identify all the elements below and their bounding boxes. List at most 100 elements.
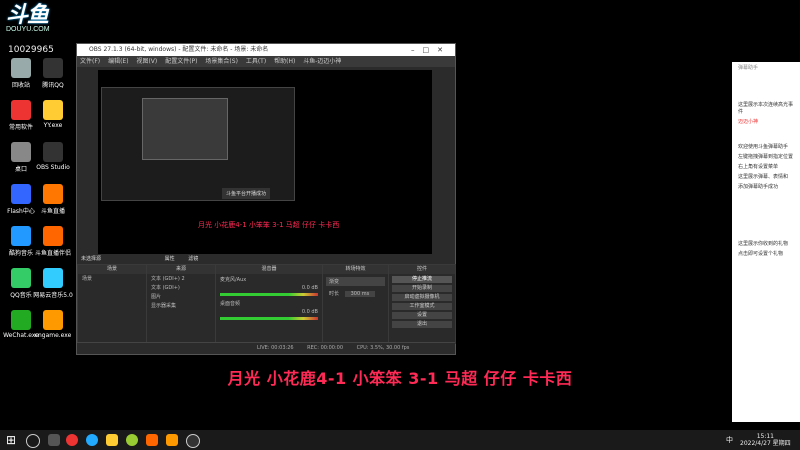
desktop-shortcut-label: 斗鱼直播伴侣 — [34, 250, 71, 257]
clock-time: 15:11 — [756, 433, 774, 440]
window-controls[interactable]: –□✕ — [411, 44, 451, 56]
duration-input[interactable]: 300 ms — [344, 291, 376, 297]
desktop-shortcut[interactable]: 斗鱼直播 — [32, 184, 74, 215]
controls-dock: 控件 停止推流 开始录制 启动虚拟摄像机 工作室模式 设置 退出 — [388, 264, 456, 344]
desktop-shortcut-label: YY.exe — [43, 122, 63, 129]
mixer-channel-level: 0.0 dB — [301, 309, 318, 315]
obs-taskbar-icon[interactable] — [186, 434, 200, 448]
douyu-logo: 斗鱼 DOUYU.COM — [6, 4, 62, 38]
exit-button[interactable]: 退出 — [392, 321, 452, 328]
netease-music-icon — [43, 268, 63, 288]
cpu-fps: CPU: 3.5%, 30.00 fps — [356, 345, 410, 351]
properties-button[interactable]: 属性 — [165, 256, 175, 262]
menu-help[interactable]: 帮助(H) — [274, 58, 295, 65]
desktop-shortcut[interactable]: YY.exe — [32, 100, 74, 129]
desktop-shortcut-label: 腾讯QQ — [42, 82, 64, 89]
nested-obs-preview — [142, 98, 228, 160]
menu-file[interactable]: 文件(F) — [80, 58, 100, 65]
source-item[interactable]: 文本 (GDI+) 2 — [147, 274, 215, 283]
source-toolbar: 未选择源 属性 滤镜 — [77, 254, 455, 264]
cngame-icon — [43, 310, 63, 330]
desktop-shortcut[interactable]: 斗鱼直播伴侣 — [32, 226, 74, 257]
recycle-bin-icon — [11, 58, 31, 78]
obs-titlebar[interactable]: OBS 27.1.3 (64-bit, windows) - 配置文件: 未命名… — [77, 44, 455, 56]
desk-icon — [11, 142, 31, 162]
edge-icon[interactable] — [86, 434, 98, 446]
obs-menubar: 文件(F) 编辑(E) 视图(V) 配置文件(P) 场景集合(S) 工具(T) … — [77, 56, 455, 67]
douyu-taskbar-icon[interactable] — [146, 434, 158, 446]
sources-header: 来源 — [147, 265, 215, 274]
chrome-icon[interactable] — [66, 434, 78, 446]
menu-scene-collection[interactable]: 场景集合(S) — [205, 58, 238, 65]
desktop-shortcut-label: cngame.exe — [34, 332, 72, 339]
settings-button[interactable]: 设置 — [392, 312, 452, 319]
controls-header: 控件 — [389, 265, 455, 274]
logo-domain: DOUYU.COM — [6, 26, 50, 33]
chat-line: 欢迎使用斗鱼弹幕助手 — [738, 144, 789, 150]
menu-view[interactable]: 视图(V) — [136, 58, 157, 65]
chat-line: 右上角有设置菜单 — [738, 164, 779, 170]
mixer-channel-name: 桌面音频 — [220, 301, 241, 307]
chat-header: 弹幕助手 — [738, 65, 759, 71]
desktop-shortcut[interactable]: 腾讯QQ — [32, 58, 74, 89]
obs-window[interactable]: OBS 27.1.3 (64-bit, windows) - 配置文件: 未命名… — [76, 43, 456, 355]
taskbar: ⊞ 中 15:11 2022/4/27 星期四 — [0, 430, 800, 450]
mixer-header: 混音器 — [216, 265, 322, 274]
transitions-dock: 转场特效 渐变 时长 300 ms — [322, 264, 389, 344]
mixer-channel-name: 麦克风/Aux — [220, 277, 247, 283]
studio-mode-button[interactable]: 工作室模式 — [392, 303, 452, 310]
desktop-shortcut[interactable]: cngame.exe — [32, 310, 74, 339]
app-icon[interactable] — [126, 434, 138, 446]
source-item[interactable]: 显示器采集 — [147, 301, 215, 310]
app-icon[interactable] — [166, 434, 178, 446]
overlay-caption: 月光 小花鹿4-1 小笨笨 3-1 马超 仔仔 卡卡西 — [227, 369, 573, 388]
desktop-shortcut-label: 斗鱼直播 — [40, 208, 65, 215]
start-recording-button[interactable]: 开始录制 — [392, 285, 452, 292]
clock-date: 2022/4/27 星期四 — [740, 440, 791, 447]
menu-tools[interactable]: 工具(T) — [246, 58, 266, 65]
qq-music-icon — [11, 268, 31, 288]
app-icon[interactable] — [106, 434, 118, 446]
search-icon[interactable] — [26, 434, 40, 448]
chat-line: 这里展示本次连续高光事件 — [738, 102, 794, 115]
wechat-icon — [11, 310, 31, 330]
obs-statusbar: LIVE: 00:03:26 REC: 00:00:00 CPU: 3.5%, … — [77, 342, 455, 354]
chat-panel: 弹幕助手 这里展示本次连续高光事件 迈迈小神 欢迎使用斗鱼弹幕助手 左键拖拽弹幕… — [732, 62, 800, 422]
obs-icon — [43, 142, 63, 162]
douyu-icon — [43, 184, 63, 204]
folder-icon — [11, 100, 31, 120]
filters-button[interactable]: 滤镜 — [188, 256, 198, 262]
chat-line: 点击即可设置个礼物 — [738, 251, 784, 257]
flash-icon — [11, 184, 31, 204]
chat-user: 迈迈小神 — [738, 119, 759, 125]
input-language[interactable]: 中 — [726, 435, 733, 445]
audio-meter — [220, 317, 318, 320]
scenes-header: 场景 — [78, 265, 146, 274]
virtual-camera-button[interactable]: 启动虚拟摄像机 — [392, 294, 452, 301]
audio-meter — [220, 293, 318, 296]
chat-line: 这里展示你收到的礼物 — [738, 241, 789, 247]
window-title: OBS 27.1.3 (64-bit, windows) - 配置文件: 未命名… — [89, 46, 269, 53]
stop-stream-button[interactable]: 停止推流 — [392, 276, 452, 283]
desktop-shortcut[interactable]: OBS Studio — [32, 142, 74, 171]
menu-douyu[interactable]: 斗鱼-迈迈小神 — [303, 58, 341, 65]
preview-overlay-text: 月光 小花鹿4-1 小笨笨 3-1 马超 仔仔 卡卡西 — [198, 221, 340, 229]
dock-area: 场景 场景 来源 文本 (GDI+) 2 文本 (GDI+) 图片 显示器采集 … — [77, 264, 456, 344]
duration-label: 时长 — [329, 291, 340, 297]
scenes-dock: 场景 场景 — [77, 264, 147, 344]
menu-profile[interactable]: 配置文件(P) — [165, 58, 197, 65]
obs-preview[interactable]: 斗鱼平台开播成功 月光 小花鹿4-1 小笨笨 3-1 马超 仔仔 卡卡西 — [98, 70, 432, 266]
task-view-icon[interactable] — [48, 434, 60, 446]
windows-start-icon[interactable]: ⊞ — [6, 433, 16, 447]
transitions-header: 转场特效 — [323, 265, 388, 274]
kugou-icon — [11, 226, 31, 246]
source-item[interactable]: 文本 (GDI+) — [147, 283, 215, 292]
chat-line: 左键拖拽弹幕到指定位置 — [738, 154, 794, 160]
transition-select[interactable]: 渐变 — [326, 277, 385, 286]
desktop-shortcut[interactable]: 网易云音乐5.0 — [32, 268, 74, 299]
clock[interactable]: 15:11 2022/4/27 星期四 — [740, 433, 791, 447]
source-item[interactable]: 图片 — [147, 292, 215, 301]
mixer-channel-level: 0.0 dB — [301, 285, 318, 291]
menu-edit[interactable]: 编辑(E) — [108, 58, 128, 65]
scene-item[interactable]: 场景 — [78, 274, 146, 283]
